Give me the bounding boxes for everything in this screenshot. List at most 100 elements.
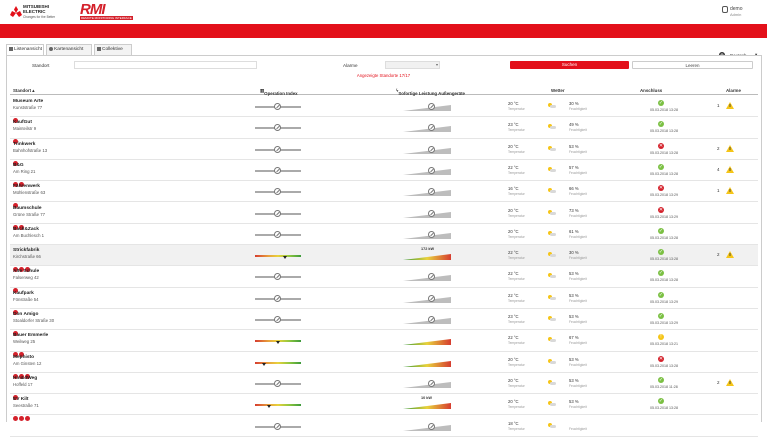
clear-button[interactable]: Leeren <box>632 61 753 69</box>
connected-icon: ✓ <box>658 227 664 234</box>
humidity-value: 61 % <box>569 228 579 234</box>
connected-icon: ✓ <box>658 270 664 277</box>
power-value: 10 kW <box>421 396 432 401</box>
standort-input[interactable] <box>74 61 257 69</box>
user-role: Admin <box>730 12 742 17</box>
table-row[interactable]: Fährenwerk Mühlenstraße 63 16 °C Tempera… <box>10 181 758 209</box>
humidity-label: Feuchtigkeit <box>569 234 587 239</box>
search-button[interactable]: Suchen <box>510 61 629 69</box>
humidity-label: Feuchtigkeit <box>569 320 587 324</box>
alarm-count: 1 <box>717 103 720 108</box>
operation-index-marker <box>262 362 266 366</box>
partly-cloudy-icon <box>548 358 556 365</box>
table-row[interactable]: 18 °C Temperatur Feuchtigkeit <box>10 416 758 437</box>
warning-icon[interactable] <box>726 187 734 195</box>
site-name[interactable]: Museum Arte <box>13 99 43 104</box>
temperature-label: Temperatur <box>508 405 525 410</box>
site-name[interactable]: EV Kilt <box>13 397 28 402</box>
connection-timestamp: 05.03.2018 13:29 <box>650 321 678 325</box>
site-name[interactable]: Alte Schule <box>13 269 39 274</box>
table-row[interactable]: Alte Schule Falserweg 42 22 °C Temperatu… <box>10 266 758 294</box>
no-data-icon <box>274 209 281 217</box>
partly-cloudy-icon <box>548 252 556 258</box>
site-name[interactable]: Don Amigo <box>13 312 38 317</box>
table-row[interactable]: Museum Arte Kunststraße 77 20 °C Tempera… <box>10 96 758 123</box>
temperature-value: 20 °C <box>508 101 519 106</box>
power-value: 172 kW <box>421 247 435 252</box>
chevron-down-icon: ▾ <box>435 62 438 67</box>
tab-kartenansicht[interactable]: Kartenansicht <box>46 44 92 55</box>
operation-index-gauge <box>255 294 301 302</box>
temperature-label: Temperatur <box>508 107 525 111</box>
partly-cloudy-icon <box>548 230 556 237</box>
table-row[interactable]: Bauer Emmerle Weilweg 25 22 °C Temperatu… <box>10 330 758 358</box>
operation-index-marker <box>276 341 280 345</box>
table-row[interactable]: Mephisto Am Ginsten 12 20 °C Temperatur … <box>10 352 758 379</box>
connection-timestamp: 05.03.2018 13:28 <box>650 150 678 155</box>
temperature-label: Temperatur <box>508 277 525 282</box>
alarm-count: 1 <box>717 188 720 194</box>
site-name[interactable]: Baumschule <box>13 206 42 211</box>
operation-index-gauge <box>255 188 301 196</box>
site-name[interactable]: Mephisto <box>13 355 34 360</box>
temperature-label: Temperatur <box>508 320 525 324</box>
no-data-icon <box>274 294 281 302</box>
rmi-logo-sub: REMOTE MONITORING INTERFACE <box>80 16 133 20</box>
site-name[interactable]: KaufGut <box>13 120 32 125</box>
site-name[interactable]: Trinkwerk <box>13 142 35 147</box>
warning-icon[interactable] <box>726 378 734 386</box>
col-leistung[interactable]: ϟ Sofortige Leistung Außengeräte <box>396 88 465 96</box>
power-gauge <box>403 356 451 368</box>
user-icon <box>722 6 728 13</box>
list-icon <box>9 46 13 51</box>
table-row[interactable]: Baumschule Grüne Straße 77 20 °C Tempera… <box>10 203 758 230</box>
site-name[interactable]: Bauer Emmerle <box>13 333 48 338</box>
humidity-label: Feuchtigkeit <box>569 128 587 133</box>
site-name[interactable]: Back&Zack <box>13 227 39 232</box>
disconnected-icon: ✕ <box>658 355 664 362</box>
warning-icon[interactable] <box>726 102 734 109</box>
partly-cloudy-icon <box>548 124 556 130</box>
globe-icon <box>49 46 53 51</box>
connection-timestamp: 05.03.2018 13:29 <box>650 299 678 304</box>
humidity-label: Feuchtigkeit <box>569 341 587 346</box>
warning-icon[interactable] <box>726 165 734 173</box>
partly-cloudy-icon <box>548 103 556 109</box>
partly-cloudy-icon <box>548 273 556 279</box>
no-data-icon <box>274 273 281 281</box>
table-row[interactable]: KaufGut Mainteilstr 9 23 °C Temperatur 4… <box>10 117 758 145</box>
humidity-label: Feuchtigkeit <box>569 362 587 367</box>
table-row[interactable]: Hin&dWeg Hoffeld 17 20 °C Temperatur 53 … <box>10 373 758 400</box>
humidity-label: Feuchtigkeit <box>569 149 587 154</box>
col-operation-index[interactable]: ▥ Operation Index <box>260 88 298 96</box>
humidity-value: 67 % <box>569 335 579 341</box>
operation-index-gauge <box>255 273 301 281</box>
site-icons <box>13 366 31 379</box>
site-name[interactable]: Strickfabrik <box>13 248 39 253</box>
humidity-label: Feuchtigkeit <box>569 426 587 431</box>
alarm-count: 2 <box>717 252 720 258</box>
table-row[interactable]: Strickfabrik Kirchstraße 66 172 kW 22 °C… <box>10 245 758 273</box>
table-row[interactable]: Kaufpark Fönstraße 54 22 °C Temperatur 5… <box>10 288 758 315</box>
warning-icon[interactable] <box>726 144 734 152</box>
humidity-value: 30 % <box>569 101 579 106</box>
table-row[interactable]: EV Kilt Seestraße 71 10 kW 20 °C Tempera… <box>10 394 758 422</box>
site-name[interactable]: B&G <box>13 163 24 168</box>
site-icons <box>13 280 19 294</box>
tab-collektive[interactable]: Collektive <box>94 44 132 55</box>
col-standort[interactable]: Standort ▴ <box>13 88 34 94</box>
temperature-value: 16 °C <box>508 186 519 192</box>
table-row[interactable]: B&G Am Ring 21 22 °C Temperatur 57 % Feu… <box>10 160 758 187</box>
table-row[interactable]: Back&Zack Am Buchlesch 1 20 °C Temperatu… <box>10 224 758 251</box>
site-name[interactable]: Hin&dWeg <box>13 376 37 381</box>
no-data-icon <box>428 209 435 217</box>
alarme-select[interactable]: ▾ <box>385 61 440 69</box>
site-name[interactable]: Fährenwerk <box>13 184 40 189</box>
connected-icon: ✓ <box>658 121 664 128</box>
table-row[interactable]: Trinkwerk Bahnhofstraße 13 20 °C Tempera… <box>10 139 758 166</box>
warning-icon[interactable] <box>726 251 734 259</box>
site-name[interactable]: Kaufpark <box>13 291 34 296</box>
power-gauge <box>403 185 451 197</box>
table-row[interactable]: Don Amigo Stoaldorfer Straße 30 23 °C Te… <box>10 309 758 336</box>
operation-index-gauge <box>255 145 301 153</box>
